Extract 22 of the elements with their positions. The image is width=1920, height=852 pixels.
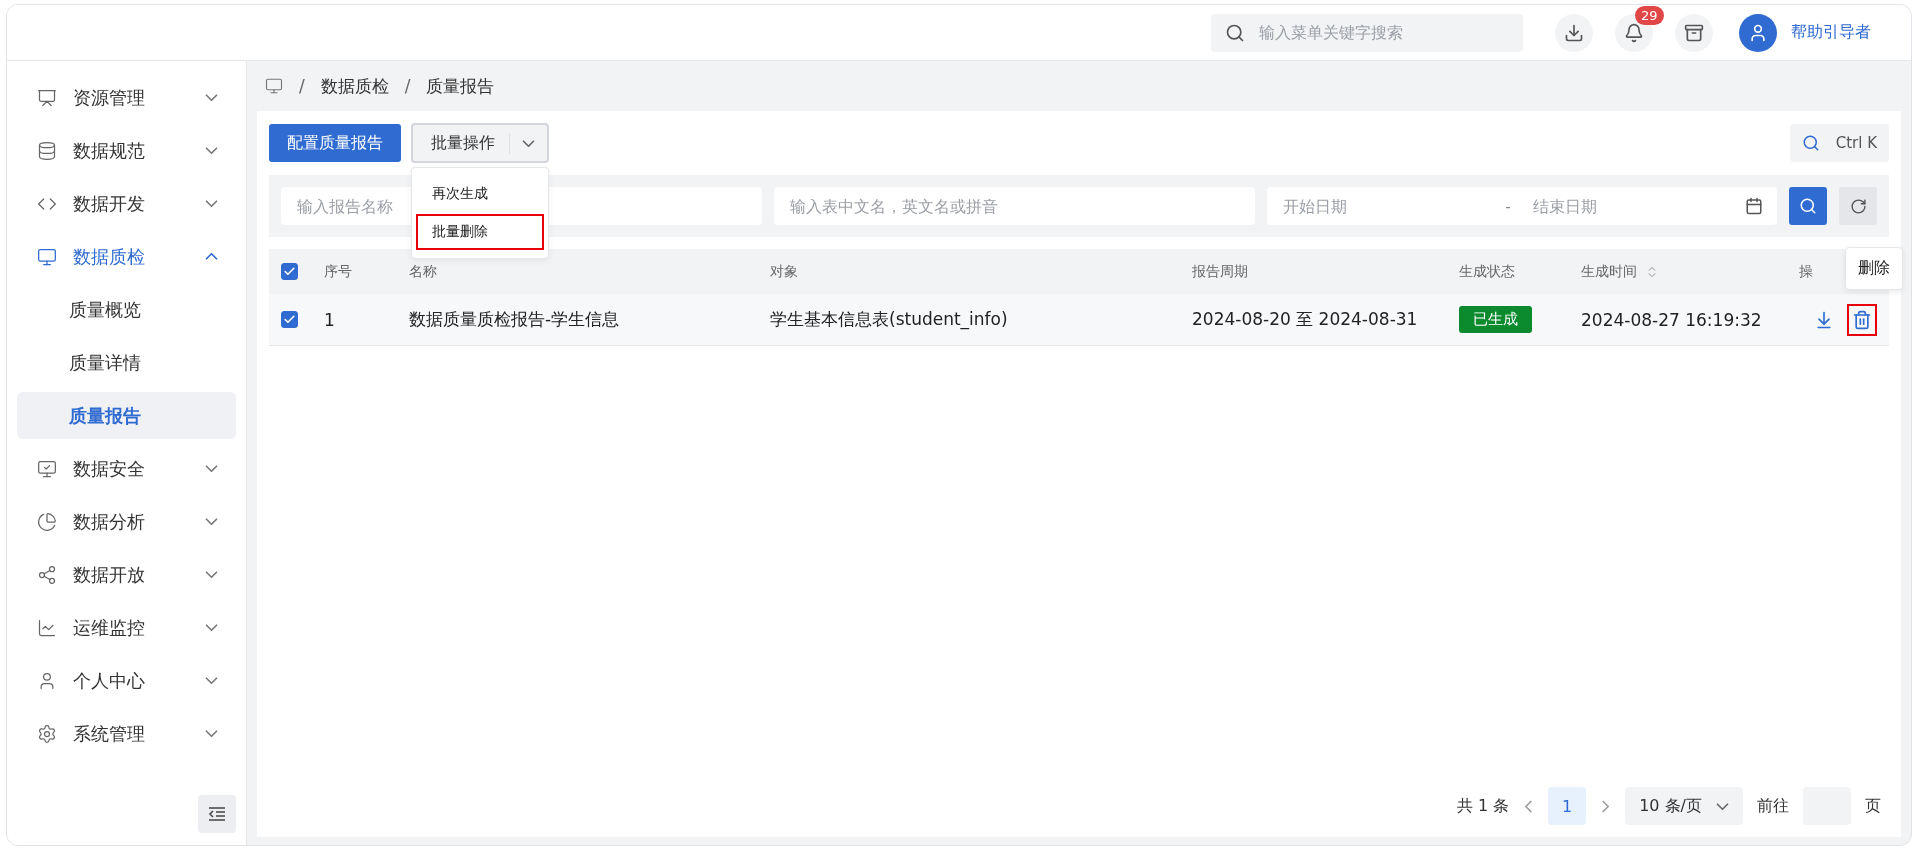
notification-badge: 29	[1635, 5, 1664, 25]
column-header: 序号	[324, 262, 352, 281]
table-cell-text: 数据质量质检报告-学生信息	[409, 308, 621, 331]
goto-label: 前往	[1757, 795, 1789, 817]
table-cell-text: 学生基本信息表(student_info)	[770, 308, 1009, 331]
table-cell-text: 2024-08-20 至 2024-08-31	[1192, 308, 1419, 331]
column-header: 名称	[409, 262, 437, 281]
table-cell-text: 1	[324, 309, 336, 330]
breadcrumb-separator: /	[299, 76, 305, 96]
total-count: 共 1 条	[1456, 795, 1510, 817]
column-header: 操	[1799, 262, 1813, 281]
tooltip: 删除	[1845, 246, 1903, 290]
breadcrumb-item: 质量报告	[426, 74, 495, 98]
column-header: 生成状态	[1459, 262, 1515, 281]
status-tag: 已生成	[1459, 306, 1532, 333]
page-label: 页	[1865, 795, 1881, 817]
table-cell-text: 2024-08-27 16:19:32	[1581, 309, 1763, 330]
breadcrumb-separator: /	[404, 76, 411, 96]
column-header: 生成时间	[1581, 262, 1637, 281]
column-header: 对象	[770, 262, 798, 281]
column-header: 报告周期	[1192, 262, 1248, 281]
date-separator: -	[1504, 196, 1512, 216]
